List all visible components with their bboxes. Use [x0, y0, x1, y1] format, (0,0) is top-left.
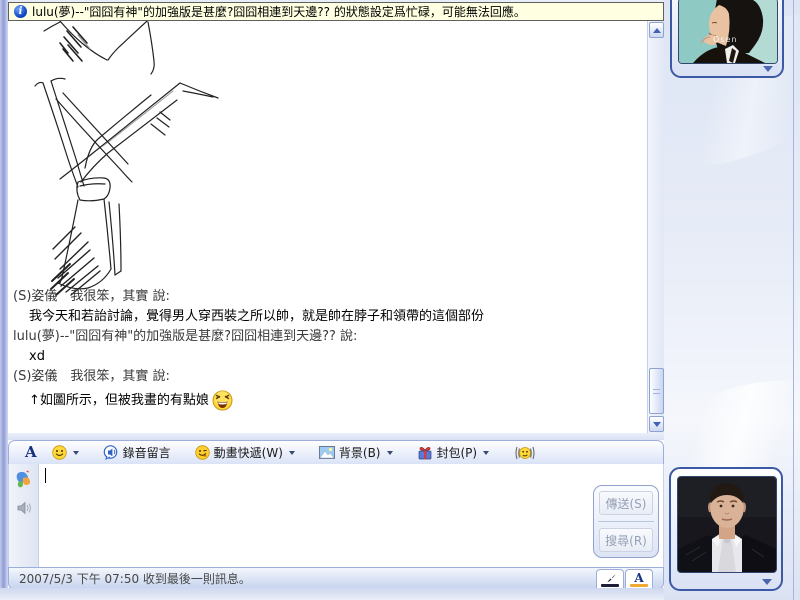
message-input-area[interactable]: 傳送(S) 搜尋(R): [8, 464, 664, 567]
message-text: 我今天和若詒討論，覺得男人穿西裝之所以帥，就是帥在脖子和領帶的這個部份: [29, 309, 485, 324]
button-divider: [598, 521, 654, 522]
wink-smiley-icon: [194, 445, 210, 460]
contact-photo: [679, 0, 777, 63]
ink-underline-icon: [601, 584, 619, 587]
scroll-up-button[interactable]: [649, 22, 664, 38]
message-text: ↑如圖所示，但被我畫的有點娘: [13, 390, 633, 411]
background-button[interactable]: 背景(B): [314, 442, 398, 463]
info-icon: i: [14, 5, 27, 18]
text-caret: [45, 468, 46, 483]
busy-status-notice-bar: i lulu(夢)--"囧囧有神"的加強版是甚麼?囧囧相連到天邊?? 的狀態設定…: [8, 2, 664, 21]
dropdown-arrow-icon: [483, 450, 490, 455]
self-display-picture: [677, 476, 777, 573]
send-button[interactable]: 傳送(S): [599, 491, 653, 515]
conversation-window: i lulu(夢)--"囧囧有神"的加強版是甚麼?囧囧相連到天邊?? 的狀態設定…: [8, 2, 664, 590]
display-picture-menu-arrow-icon[interactable]: [763, 66, 773, 72]
status-bar: 2007/5/3 下午 07:50 收到最後一則訊息。 A: [8, 567, 664, 590]
send-search-group: 傳送(S) 搜尋(R): [593, 485, 659, 558]
display-picture-menu-arrow-icon[interactable]: [762, 579, 772, 585]
text-mode-label: A: [634, 571, 644, 585]
composer-toolbar: A 錄音留言 動畫快遞(W) 背景(B) 封包(P): [8, 440, 664, 464]
nudge-icon: [515, 446, 535, 459]
dropdown-arrow-icon: [72, 450, 79, 455]
window-bottom-border: [0, 588, 664, 600]
input-mode-tabs: A: [596, 569, 653, 589]
self-photo: [678, 477, 776, 572]
chevron-up-icon: [652, 27, 661, 33]
text-underline-icon: [630, 584, 648, 587]
self-display-picture-frame: [669, 467, 783, 591]
dropdown-arrow-icon: [288, 450, 295, 455]
contact-display-picture: Osen: [678, 0, 778, 64]
window-left-border: [0, 0, 8, 600]
message-list: (S)姿儀 我很笨，其實 說: 我今天和若詒討論，覺得男人穿西裝之所以帥，就是帥…: [13, 287, 633, 411]
gift-box-icon: [418, 447, 431, 460]
busy-status-text: lulu(夢)--"囧囧有神"的加強版是甚麼?囧囧相連到天邊?? 的狀態設定爲忙…: [32, 5, 526, 19]
message-sender: (S)姿儀 我很笨，其實 說:: [13, 289, 170, 304]
dropdown-arrow-icon: [386, 450, 393, 455]
ink-splash-icon: [16, 469, 30, 487]
chevron-down-icon: [652, 421, 661, 427]
chat-scrollbar[interactable]: [647, 21, 664, 433]
message-sender: lulu(夢)--"囧囧有神"的加強版是甚麼?囧囧相連到天邊?? 說:: [13, 329, 358, 344]
chat-history[interactable]: (S)姿儀 我很笨，其實 說: 我今天和若詒討論，覺得男人穿西裝之所以帥，就是帥…: [8, 21, 664, 433]
scroll-down-button[interactable]: [649, 416, 664, 432]
photo-watermark: Osen: [713, 35, 738, 44]
emoticon-picker-button[interactable]: [47, 443, 84, 462]
voice-bubble-icon: [103, 445, 117, 460]
smiley-icon: [51, 445, 67, 460]
display-picture-panel: Osen: [664, 0, 800, 600]
handwriting-mode-tab[interactable]: [596, 569, 624, 589]
background-image-icon: [318, 446, 335, 459]
message-text: xd: [29, 349, 45, 364]
panel-edge-line: [793, 0, 794, 600]
text-mode-tab[interactable]: A: [625, 569, 653, 589]
speaker-icon: [17, 501, 31, 514]
last-message-timestamp: 2007/5/3 下午 07:50 收到最後一則訊息。: [19, 572, 251, 586]
message-sender: (S)姿儀 我很笨，其實 說:: [13, 369, 170, 384]
voice-clip-button[interactable]: 錄音留言: [98, 442, 176, 463]
nudge-button[interactable]: [508, 443, 542, 463]
audio-mute-button[interactable]: [11, 495, 36, 520]
contact-display-picture-frame: Osen: [670, 0, 784, 78]
chat-composer-splitter[interactable]: [8, 433, 664, 440]
scrollbar-thumb[interactable]: [649, 368, 664, 414]
composer-side-toolbar: [9, 464, 39, 567]
font-button[interactable]: A: [17, 445, 45, 460]
package-button[interactable]: 封包(P): [412, 442, 495, 463]
ink-color-tool-button[interactable]: [11, 466, 36, 491]
thumb-grip-icon: [653, 388, 660, 394]
laughing-emoticon-icon: [212, 390, 233, 411]
pen-icon: [607, 574, 616, 583]
wink-animation-button[interactable]: 動畫快遞(W): [190, 442, 300, 463]
search-button[interactable]: 搜尋(R): [599, 528, 653, 552]
